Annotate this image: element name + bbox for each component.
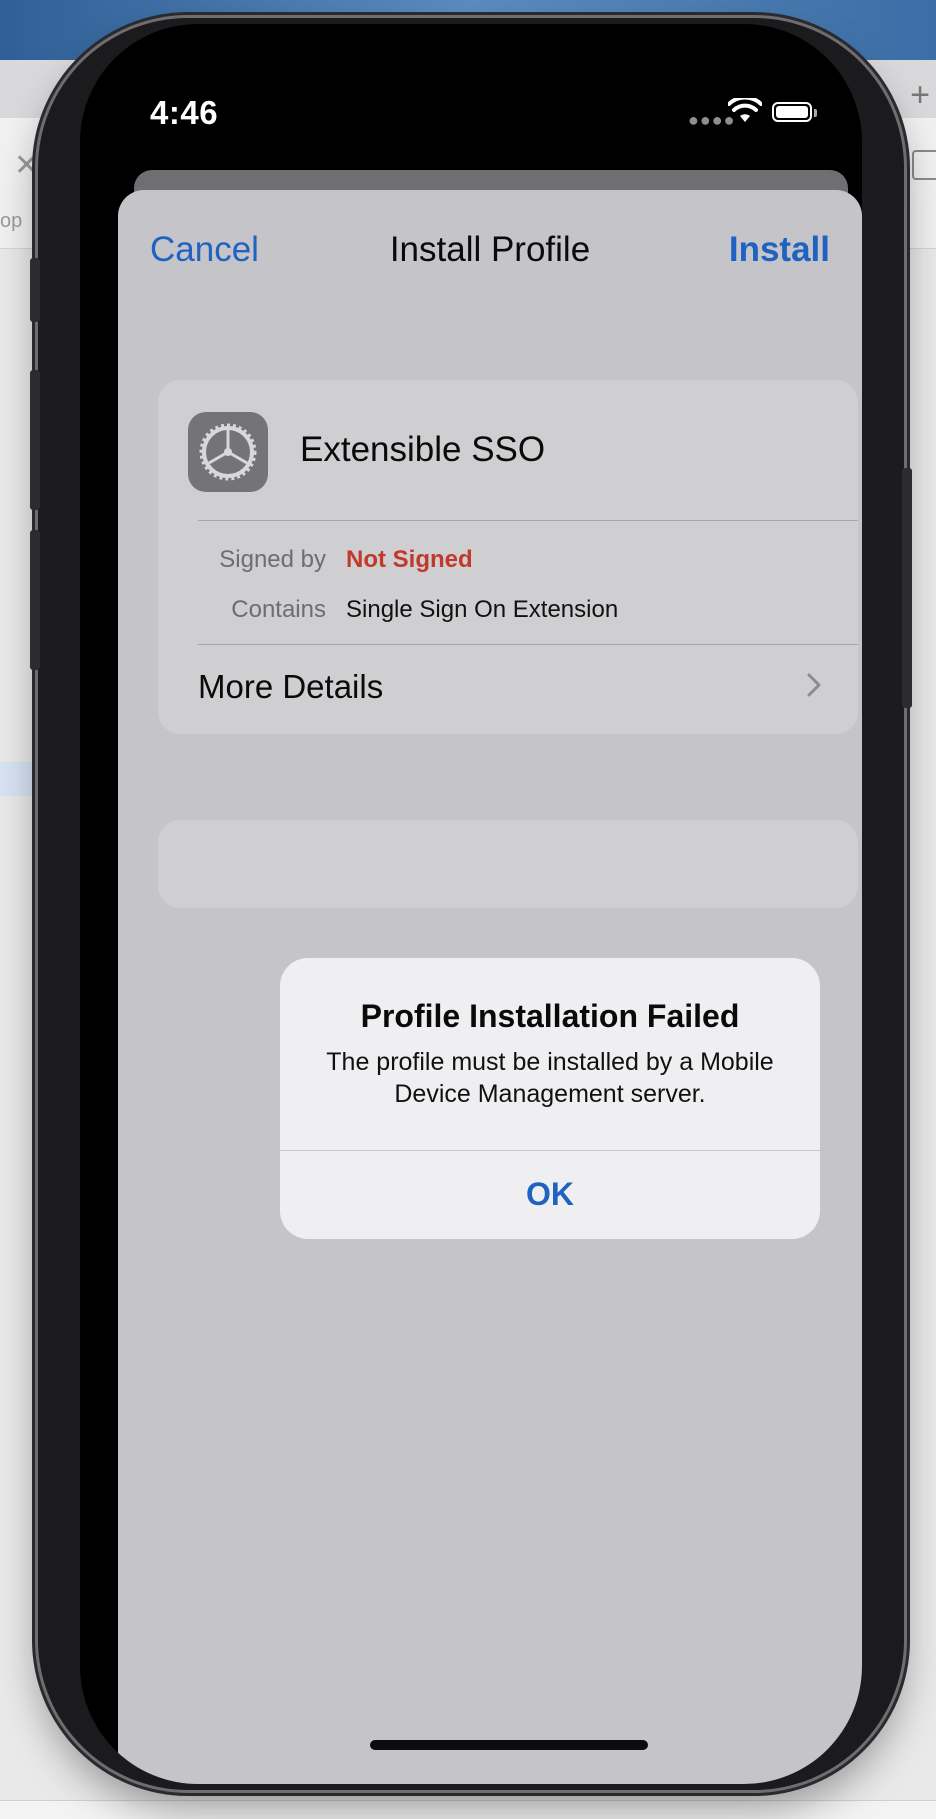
browser-partial-text: op — [0, 210, 23, 232]
divider — [198, 644, 858, 645]
ok-button[interactable]: OK — [280, 1150, 820, 1239]
install-profile-sheet: Cancel Install Profile Install Extensibl… — [118, 190, 862, 1784]
contains-value: Single Sign On Extension — [346, 596, 619, 623]
battery-tip — [814, 109, 817, 117]
iphone-simulator: 4:46 ●●●● Cancel Install Profile Install — [30, 18, 912, 1790]
alert-message: The profile must be installed by a Mobil… — [326, 1048, 774, 1108]
status-bar: 4:46 ●●●● — [80, 24, 862, 144]
new-tab-icon[interactable]: + — [910, 78, 930, 112]
more-details-row[interactable]: More Details — [198, 668, 383, 706]
settings-gear-icon — [188, 412, 268, 492]
volume-down-button — [30, 530, 40, 670]
install-button[interactable]: Install — [729, 230, 830, 270]
close-icon[interactable]: ✕ — [14, 148, 39, 183]
contains-label: Contains — [231, 596, 326, 623]
silent-switch — [30, 258, 40, 322]
profile-card: Extensible SSO Signed by Not Signed Cont… — [158, 380, 858, 734]
volume-up-button — [30, 370, 40, 510]
profile-name: Extensible SSO — [300, 430, 546, 469]
battery-icon — [772, 102, 812, 122]
chevron-right-icon — [806, 672, 822, 703]
home-indicator[interactable] — [370, 1740, 648, 1750]
signed-by-label: Signed by — [219, 546, 326, 573]
alert-dialog: Profile Installation Failed The profile … — [280, 958, 820, 1239]
browser-bottom-bar — [0, 1800, 936, 1819]
sidebar-toggle-icon[interactable] — [912, 150, 936, 180]
signed-by-value: Not Signed — [346, 546, 473, 573]
remove-download-card — [158, 820, 858, 908]
power-button — [902, 468, 912, 708]
phone-screen: 4:46 ●●●● Cancel Install Profile Install — [80, 24, 862, 1784]
alert-title: Profile Installation Failed — [360, 998, 740, 1034]
divider — [198, 520, 858, 521]
wifi-icon — [727, 95, 763, 129]
status-time: 4:46 — [150, 94, 219, 131]
